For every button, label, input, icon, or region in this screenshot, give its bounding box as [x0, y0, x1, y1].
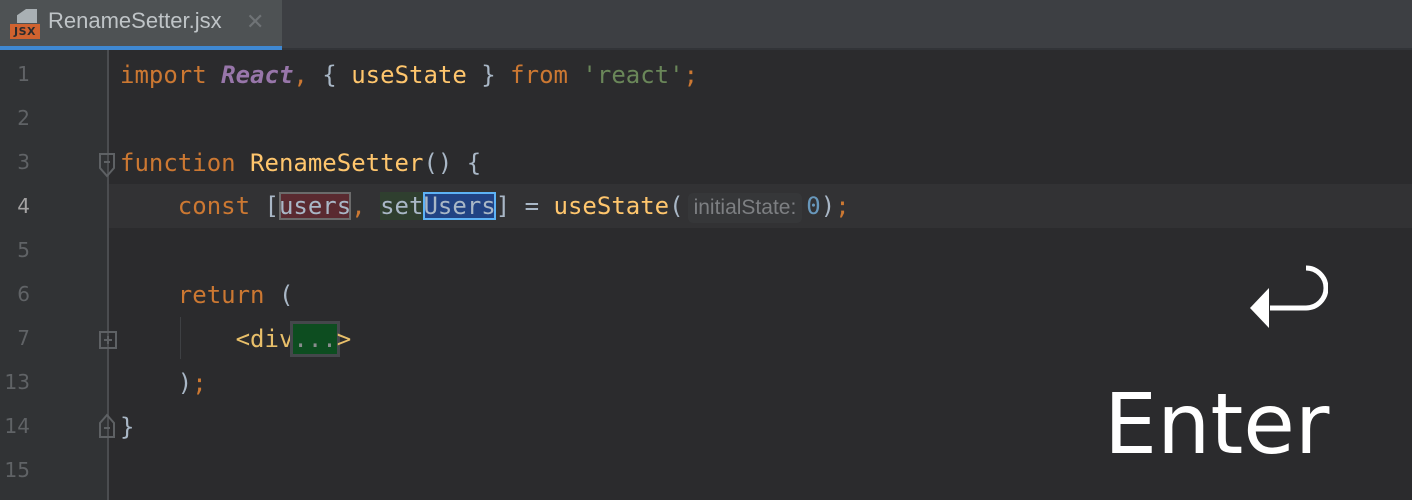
tab-renamesetter-jsx[interactable]: JSX RenameSetter.jsx ✕	[0, 0, 282, 46]
brace-close: }	[466, 61, 511, 89]
folded-region-placeholder[interactable]: ...	[290, 321, 340, 357]
params-brace: () {	[423, 149, 482, 177]
tab-bar-border	[282, 48, 1412, 50]
file-page-glyph	[17, 9, 37, 23]
fold-expand-icon[interactable]	[99, 331, 117, 349]
jsx-badge: JSX	[10, 24, 40, 39]
fold-end-icon[interactable]	[98, 413, 118, 441]
keyword-function: function	[120, 149, 236, 177]
line-number: 2	[17, 106, 30, 130]
setter-prefix: set	[380, 192, 424, 220]
code-line-3[interactable]: function RenameSetter() {	[120, 148, 481, 178]
string-module: 'react'	[582, 61, 684, 89]
line-number: 15	[4, 458, 30, 482]
identifier-usestate: useState	[351, 61, 467, 89]
paren-open: (	[669, 192, 684, 220]
comma: ,	[351, 192, 366, 220]
rename-edit-field[interactable]: Users	[423, 192, 496, 220]
number-literal: 0	[806, 192, 821, 220]
code-line-13[interactable]: );	[120, 368, 207, 398]
parameter-hint: initialState:	[687, 193, 803, 223]
code-line-14[interactable]: }	[120, 412, 134, 442]
jsx-tag-close: >	[336, 325, 352, 353]
semicolon: ;	[683, 61, 699, 89]
paren-open: (	[264, 281, 294, 309]
jsx-tag-open: <div	[235, 325, 294, 353]
keyword-const: const	[177, 192, 251, 220]
comma: ,	[293, 61, 308, 89]
line-number: 14	[4, 414, 30, 438]
line-number: 7	[17, 326, 30, 350]
identifier-react: React	[221, 61, 294, 89]
line-number-current: 4	[17, 194, 30, 218]
brace-close: }	[120, 413, 135, 441]
key-label: Enter	[1104, 375, 1330, 473]
keyword-return: return	[177, 281, 265, 309]
function-name: RenameSetter	[250, 149, 424, 177]
call-usestate: useState	[553, 192, 670, 220]
keyword-from: from	[510, 61, 568, 89]
paren-close: )	[820, 192, 836, 220]
line-number: 5	[17, 238, 30, 262]
bracket-open: [	[250, 192, 279, 220]
variable-users-highlight[interactable]: users	[278, 192, 352, 220]
code-line-7[interactable]: <div...>	[120, 321, 352, 357]
semicolon: ;	[835, 192, 850, 220]
line-number: 1	[17, 62, 30, 86]
code-line-1[interactable]: import React, { useState } from 'react';	[120, 60, 698, 90]
paren-close: )	[177, 369, 193, 397]
tab-label: RenameSetter.jsx	[48, 8, 222, 33]
line-number: 13	[4, 370, 30, 394]
return-arrow-icon	[1250, 265, 1328, 328]
jsx-file-icon: JSX	[10, 9, 40, 39]
line-number: 3	[17, 150, 30, 174]
bracket-close-assign: ] =	[495, 192, 554, 220]
close-icon[interactable]: ✕	[246, 10, 264, 36]
code-line-6[interactable]: return (	[120, 280, 294, 310]
fold-collapse-icon[interactable]	[98, 152, 118, 180]
keyword-import: import	[120, 61, 207, 89]
code-line-4[interactable]: const [users, setUsers] = useState(initi…	[120, 191, 850, 223]
brace-open: {	[307, 61, 352, 89]
line-number: 6	[17, 282, 30, 306]
semicolon: ;	[192, 369, 207, 397]
